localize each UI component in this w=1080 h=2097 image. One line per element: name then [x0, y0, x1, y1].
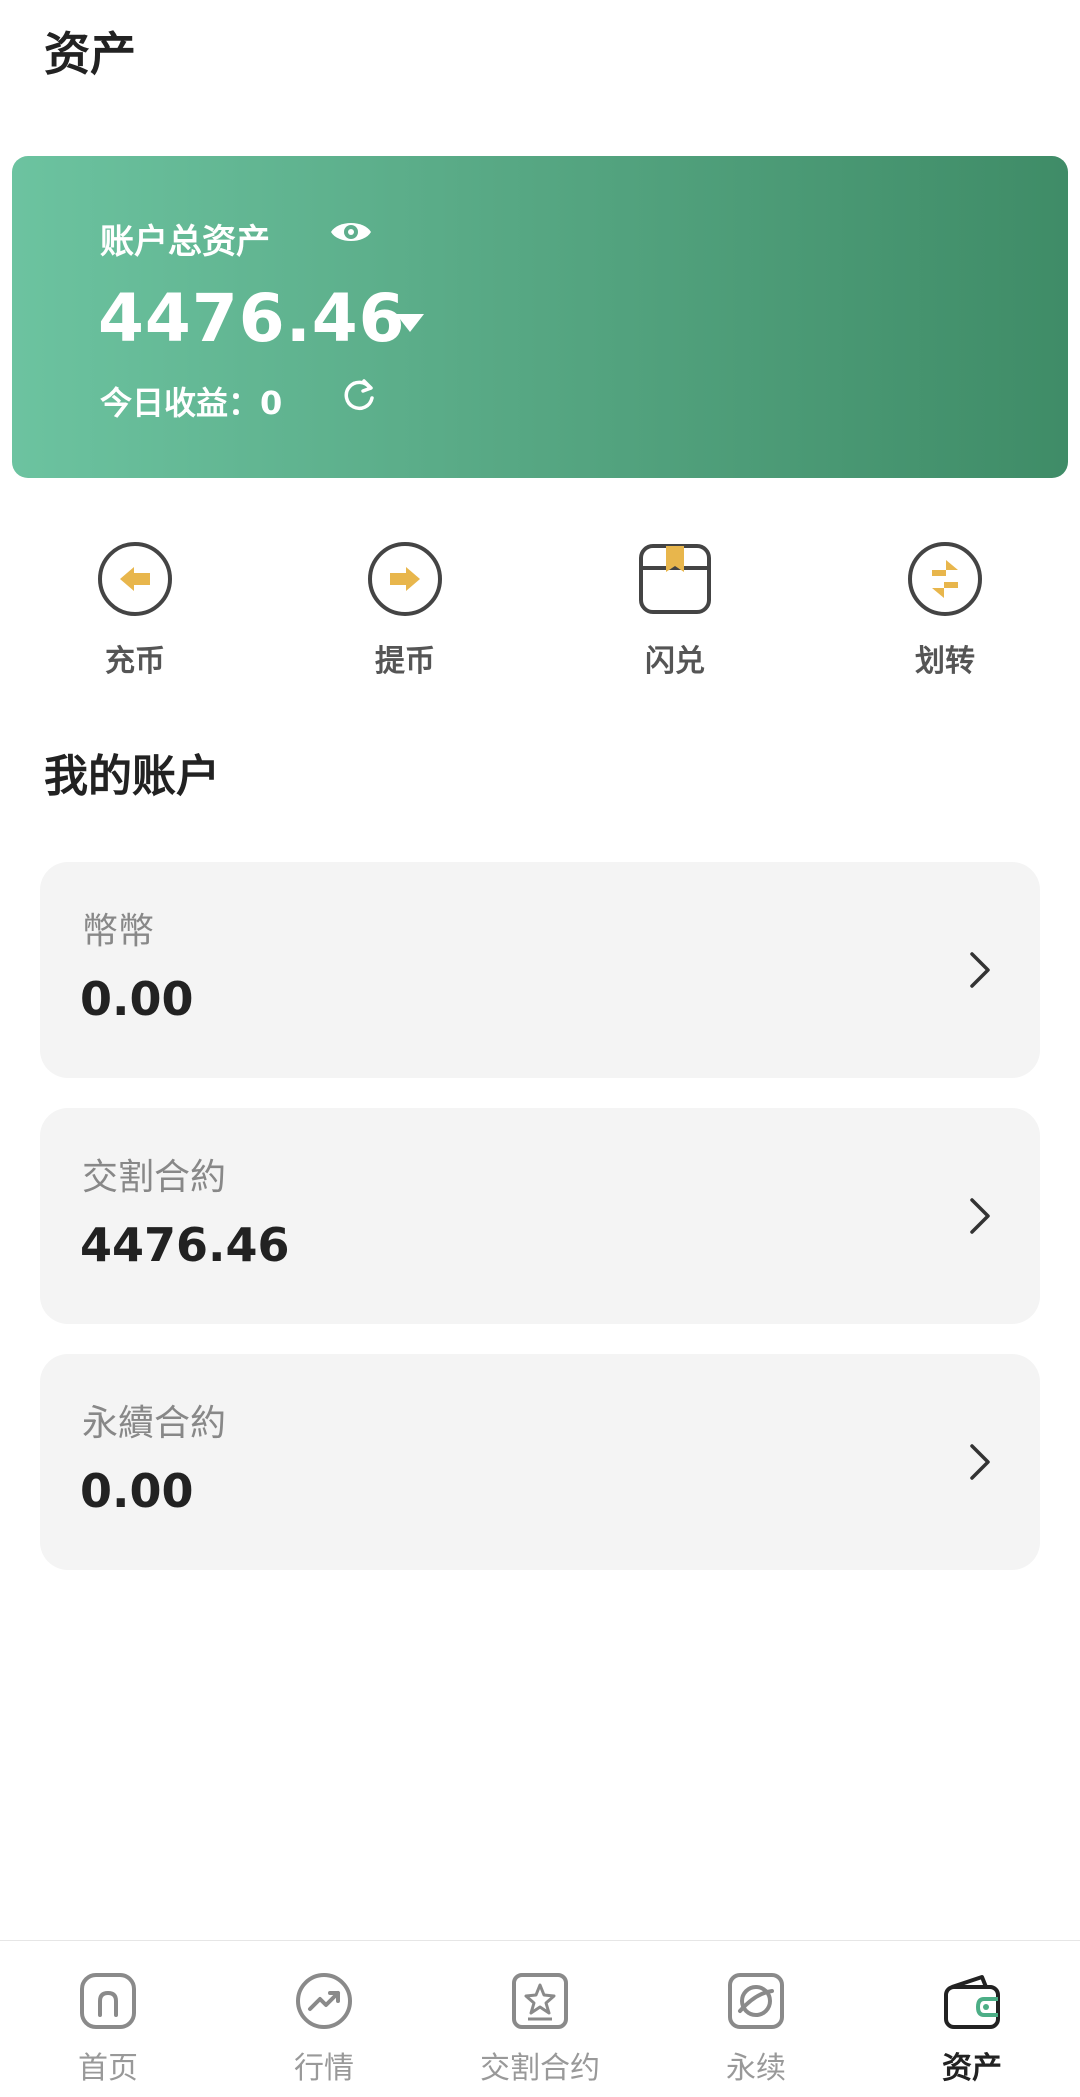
account-card-perpetual[interactable]: 永續合約 0.00 [40, 1354, 1040, 1570]
caret-down-icon[interactable] [394, 312, 426, 334]
account-value: 0.00 [80, 1464, 194, 1518]
bottom-tab-bar: 首页 行情 交割合约 永续 资产 [0, 1940, 1080, 2097]
chevron-right-icon [970, 1444, 990, 1480]
chevron-right-icon [970, 952, 990, 988]
account-value: 4476.46 [80, 1218, 290, 1272]
market-trend-icon [296, 1973, 352, 2029]
tab-assets[interactable]: 资产 [872, 1971, 1072, 2087]
tab-label: 首页 [78, 2051, 138, 2086]
refresh-icon[interactable] [340, 376, 378, 414]
tab-label: 交割合约 [480, 2051, 600, 2086]
account-name: 永續合約 [82, 1403, 227, 1444]
today-profit: 今日收益：0 [100, 384, 283, 422]
withdraw-label: 提币 [375, 644, 435, 679]
account-name: 交割合約 [82, 1157, 227, 1198]
withdraw-button[interactable]: 提币 [325, 540, 485, 680]
transfer-swap-icon [908, 542, 982, 616]
account-card-delivery[interactable]: 交割合約 4476.46 [40, 1108, 1040, 1324]
wallet-icon [944, 1975, 1000, 2029]
tab-market[interactable]: 行情 [224, 1971, 424, 2087]
account-value: 0.00 [80, 972, 194, 1026]
total-assets-card: 账户总资产 4476.46 今日收益：0 [12, 156, 1068, 478]
flash-exchange-label: 闪兑 [645, 644, 705, 679]
deposit-arrow-left-icon [98, 542, 172, 616]
total-assets-label: 账户总资产 [100, 222, 270, 262]
quick-actions: 充币 提币 闪兑 划转 [0, 540, 1080, 690]
my-accounts-title: 我的账户 [44, 751, 220, 802]
chevron-right-icon [970, 1198, 990, 1234]
tab-label: 行情 [294, 2051, 354, 2086]
flash-exchange-box-icon [639, 544, 711, 614]
account-card-spot[interactable]: 幣幣 0.00 [40, 862, 1040, 1078]
eye-icon[interactable] [328, 216, 374, 248]
tab-label: 资产 [942, 2051, 1002, 2086]
tab-home[interactable]: 首页 [8, 1971, 208, 2087]
delivery-contract-icon [512, 1973, 568, 2029]
page-title: 资产 [44, 27, 136, 81]
tab-label: 永续 [726, 2051, 786, 2086]
deposit-button[interactable]: 充币 [55, 540, 215, 680]
deposit-label: 充币 [105, 644, 165, 679]
transfer-label: 划转 [915, 644, 975, 679]
tab-delivery-contract[interactable]: 交割合约 [440, 1971, 640, 2087]
withdraw-arrow-right-icon [368, 542, 442, 616]
home-icon [80, 1973, 136, 2029]
transfer-button[interactable]: 划转 [865, 540, 1025, 680]
account-name: 幣幣 [82, 911, 155, 952]
flash-exchange-button[interactable]: 闪兑 [595, 540, 755, 680]
total-assets-value: 4476.46 [98, 280, 406, 357]
perpetual-icon [728, 1973, 784, 2029]
tab-perpetual[interactable]: 永续 [656, 1971, 856, 2087]
